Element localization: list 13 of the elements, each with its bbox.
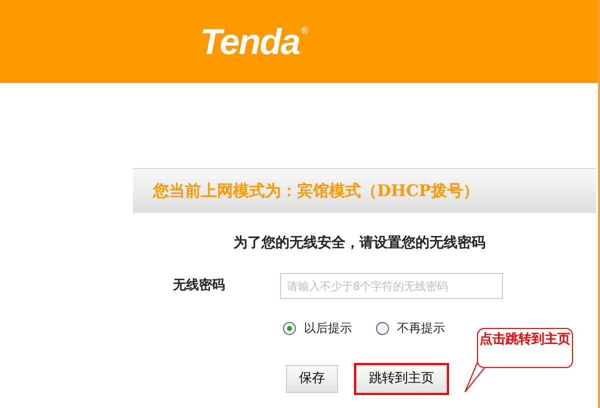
radio-button[interactable] <box>376 322 389 334</box>
radio-label: 以后提示 <box>304 320 352 337</box>
brand-logo: Tenda <box>200 20 300 64</box>
registered-mark: ® <box>300 25 310 39</box>
password-field[interactable]: 请输入不少于8个字符的无线密码 <box>280 273 503 299</box>
radio-button[interactable] <box>283 322 296 334</box>
field-label: 无线密码 <box>172 276 226 296</box>
go-home-button[interactable]: 跳转到主页 <box>356 365 447 393</box>
radio-label: 不再提示 <box>397 320 445 337</box>
save-button[interactable]: 保存 <box>286 365 338 393</box>
callout-text: 点击跳转到主页 <box>477 328 573 368</box>
prompt-text: 为了您的无线安全，请设置您的无线密码 <box>232 234 486 253</box>
panel-title: 您当前上网模式为：宾馆模式（DHCP拨号） <box>133 169 596 213</box>
